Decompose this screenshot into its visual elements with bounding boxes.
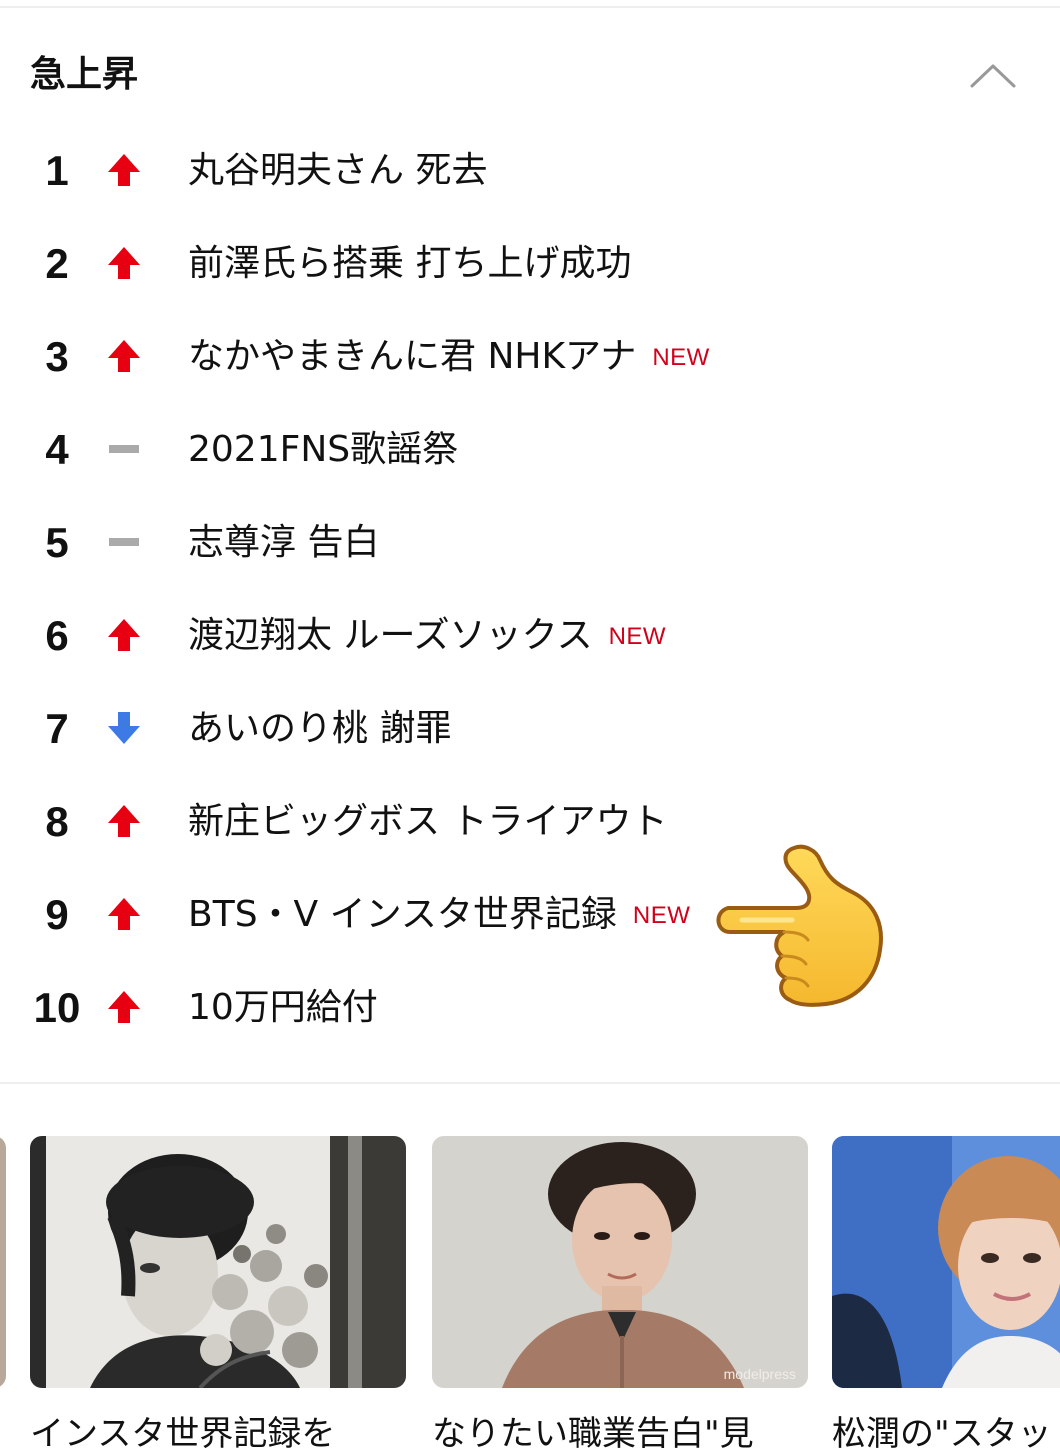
- keyword-label: 渡辺翔太 ルーズソックス: [188, 615, 593, 656]
- rank-number: 4: [45, 426, 69, 473]
- arrow-up-icon: [104, 336, 144, 376]
- rank-number: 9: [45, 891, 69, 938]
- arrow-up-icon: [104, 150, 144, 190]
- keyword-label: 志尊淳 告白: [188, 522, 380, 563]
- news-card[interactable]: インスタ世界記録を: [30, 1136, 406, 1448]
- section-title: 急上昇: [30, 54, 139, 95]
- partial-card[interactable]: [0, 1136, 6, 1388]
- list-item[interactable]: 10 10万円給付: [0, 961, 1060, 1054]
- trend-keyword: 前澤氏ら搭乗 打ち上げ成功: [188, 217, 631, 310]
- news-caption: 松潤の"スタッ: [832, 1414, 1052, 1448]
- trend-keyword: なかやまきんに君 NHKアナ NEW: [188, 310, 710, 403]
- news-thumbnail: [30, 1136, 406, 1388]
- rank-number: 5: [45, 519, 69, 566]
- list-item[interactable]: 4 2021FNS歌謡祭: [0, 403, 1060, 496]
- news-thumbnail: [832, 1136, 1060, 1388]
- trend-keyword: 2021FNS歌謡祭: [188, 403, 458, 496]
- trend-keyword: BTS・V インスタ世界記録 NEW: [188, 868, 690, 961]
- arrow-up-icon: [104, 894, 144, 934]
- trend-keyword: あいのり桃 謝罪: [188, 682, 451, 775]
- section-header: 急上昇: [30, 50, 1030, 100]
- new-badge: NEW: [608, 623, 667, 650]
- rank-number: 10: [33, 984, 81, 1031]
- keyword-label: あいのり桃 謝罪: [188, 708, 452, 749]
- keyword-label: 2021FNS歌謡祭: [188, 429, 459, 470]
- trend-keyword: 新庄ビッグボス トライアウト: [188, 775, 667, 868]
- trending-list: 1 丸谷明夫さん 死去 2 前澤氏ら搭乗 打ち上げ成功 3 なかやまきんに君 N…: [0, 124, 1060, 1054]
- keyword-label: なかやまきんに君 NHKアナ: [188, 336, 637, 377]
- news-card[interactable]: modelpress なりたい職業告白"見: [432, 1136, 808, 1448]
- trend-keyword: 丸谷明夫さん 死去: [188, 124, 487, 217]
- section-divider: [0, 1082, 1060, 1084]
- dash-icon: [104, 522, 144, 562]
- list-item[interactable]: 8 新庄ビッグボス トライアウト: [0, 775, 1060, 868]
- collapse-button[interactable]: [966, 52, 1020, 98]
- arrow-up-icon: [104, 243, 144, 283]
- top-divider: [0, 6, 1060, 8]
- new-badge: NEW: [652, 344, 710, 371]
- list-item[interactable]: 2 前澤氏ら搭乗 打ち上げ成功: [0, 217, 1060, 310]
- new-badge: NEW: [632, 902, 691, 929]
- keyword-label: 新庄ビッグボス トライアウト: [188, 801, 668, 842]
- news-caption: なりたい職業告白"見: [432, 1414, 754, 1448]
- trend-keyword: 10万円給付: [188, 961, 378, 1054]
- news-carousel: インスタ世界記録を modelpress なりたい職業告白"見 松潤の"スタッ: [0, 1136, 1060, 1448]
- keyword-label: 前澤氏ら搭乗 打ち上げ成功: [188, 243, 632, 284]
- rank-number: 7: [45, 705, 69, 752]
- list-item[interactable]: 6 渡辺翔太 ルーズソックス NEW: [0, 589, 1060, 682]
- keyword-label: BTS・V インスタ世界記録: [188, 894, 617, 935]
- rank-number: 2: [45, 240, 69, 287]
- list-item[interactable]: 7 あいのり桃 謝罪: [0, 682, 1060, 775]
- news-thumbnail: modelpress: [432, 1136, 808, 1388]
- list-item[interactable]: 1 丸谷明夫さん 死去: [0, 124, 1060, 217]
- rank-number: 6: [45, 612, 69, 659]
- image-watermark: modelpress: [723, 1366, 796, 1382]
- trend-keyword: 渡辺翔太 ルーズソックス NEW: [188, 589, 666, 682]
- pointing-left-hand-emoji: [716, 844, 883, 1007]
- arrow-up-icon: [104, 615, 144, 655]
- rank-number: 1: [45, 147, 69, 194]
- trend-keyword: 志尊淳 告白: [188, 496, 379, 589]
- keyword-label: 丸谷明夫さん 死去: [188, 150, 488, 191]
- arrow-up-icon: [104, 987, 144, 1027]
- list-item[interactable]: 3 なかやまきんに君 NHKアナ NEW: [0, 310, 1060, 403]
- news-caption: インスタ世界記録を: [30, 1414, 336, 1448]
- list-item[interactable]: 5 志尊淳 告白: [0, 496, 1060, 589]
- keyword-label: 10万円給付: [188, 987, 378, 1028]
- chevron-up-icon: [970, 64, 1016, 88]
- rank-number: 8: [45, 798, 69, 845]
- list-item[interactable]: 9 BTS・V インスタ世界記録 NEW: [0, 868, 1060, 961]
- dash-icon: [104, 429, 144, 469]
- rank-number: 3: [45, 333, 69, 380]
- arrow-up-icon: [104, 801, 144, 841]
- news-card[interactable]: 松潤の"スタッ: [832, 1136, 1060, 1448]
- arrow-down-icon: [104, 708, 144, 748]
